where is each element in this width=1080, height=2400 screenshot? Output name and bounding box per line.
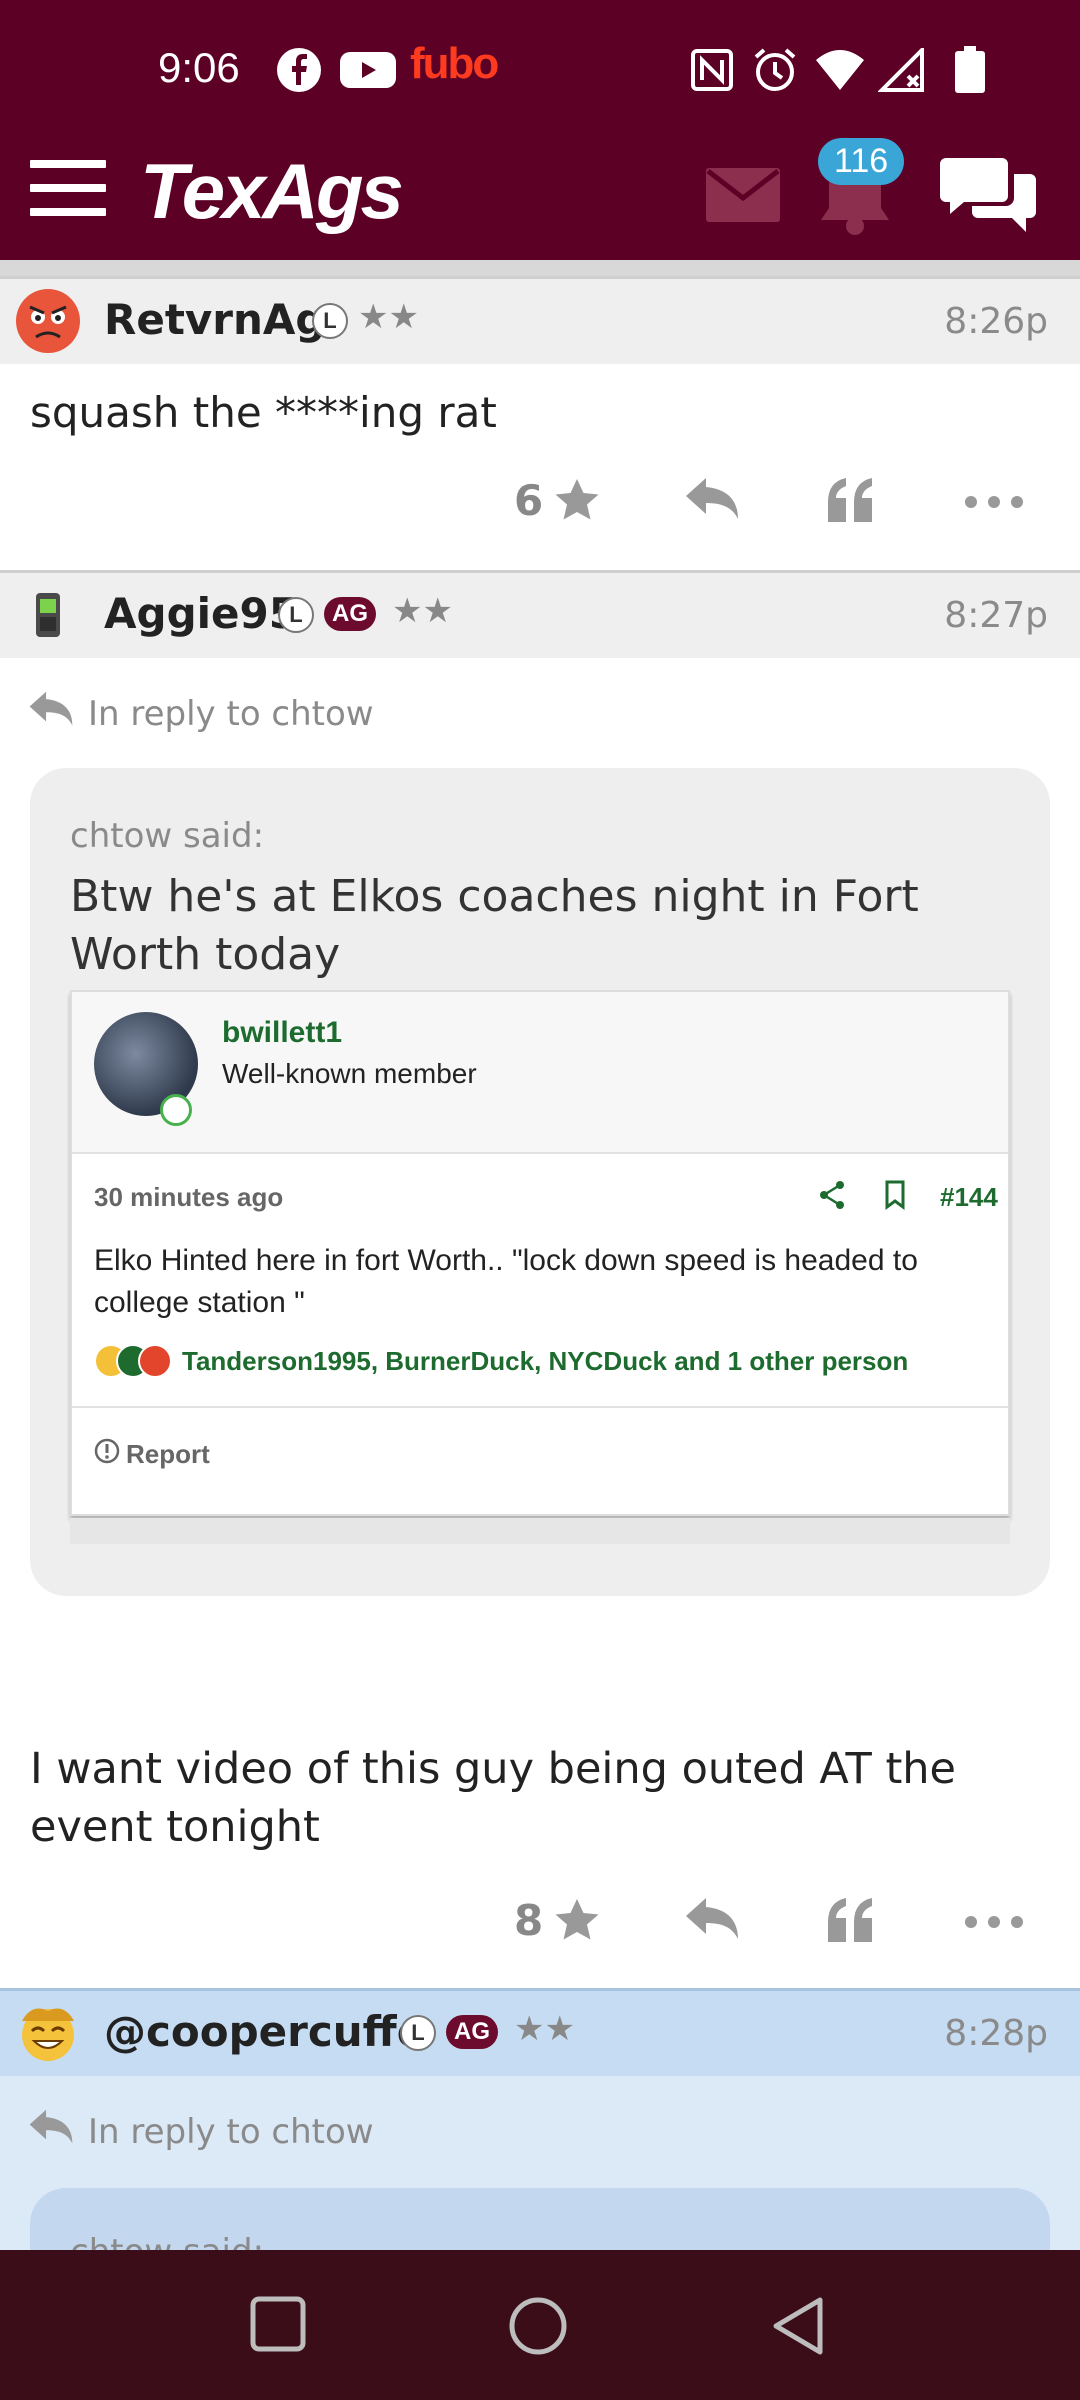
wifi-icon <box>814 46 866 94</box>
report-link[interactable]: Report <box>94 1438 210 1471</box>
chat-icon[interactable] <box>938 152 1038 240</box>
alarm-icon <box>752 46 798 94</box>
status-time: 9:06 <box>158 44 240 91</box>
angry-reaction-icon <box>138 1344 172 1378</box>
post-time: 8:27p <box>944 595 1048 636</box>
embed-timestamp: 30 minutes ago <box>94 1182 284 1212</box>
avatar[interactable] <box>16 583 80 647</box>
rank-stars: ★★ <box>392 591 453 631</box>
reply-to-text: In reply to chtow <box>88 693 374 734</box>
avatar[interactable] <box>16 289 80 353</box>
fubo-icon: fubo <box>410 39 499 88</box>
reaction-names[interactable]: Tanderson1995, BurnerDuck, NYCDuck and 1… <box>182 1346 908 1377</box>
texags-logo[interactable]: TexAgs <box>140 146 404 237</box>
facebook-icon <box>276 46 322 94</box>
post-actions: 8 <box>0 1890 1080 1960</box>
online-status-icon <box>160 1094 192 1126</box>
embed-author-role: Well-known member <box>222 1058 477 1089</box>
reply-icon <box>28 690 74 737</box>
avatar[interactable] <box>16 2001 80 2065</box>
ag-badge: AG <box>446 2015 498 2049</box>
quote-icon[interactable] <box>826 1896 876 1946</box>
home-button[interactable] <box>508 2296 568 2360</box>
embed-author[interactable]: bwillett1 <box>222 1016 342 1050</box>
embed-body: Elko Hinted here in fort Worth.. "lock d… <box>94 1244 918 1319</box>
embedded-post[interactable]: bwillett1 Well-known member 30 minutes a… <box>70 990 1010 1516</box>
reply-to-link[interactable]: In reply to chtow <box>28 690 374 737</box>
embed-footer <box>70 1518 1010 1544</box>
post-number-link[interactable]: #144 <box>940 1182 998 1213</box>
star-count: 6 <box>514 476 544 525</box>
level-badge: L <box>400 2015 436 2051</box>
embed-author-bar: bwillett1 Well-known member <box>72 992 1008 1154</box>
status-bar: 9:06 fubo <box>0 0 1080 140</box>
star-icon[interactable] <box>552 476 602 530</box>
post-time: 8:26p <box>944 301 1048 342</box>
username[interactable]: @coopercuffe <box>104 2007 425 2056</box>
reply-to-text: In reply to chtow <box>88 2111 374 2152</box>
reply-icon[interactable] <box>684 1896 740 1946</box>
report-label: Report <box>126 1439 210 1469</box>
post-header: RetvrnAg L ★★ 8:26p <box>0 276 1080 364</box>
level-badge: L <box>312 303 348 339</box>
post-header: @coopercuffe L AG ★★ 8:28p <box>0 1988 1080 2076</box>
battery-icon <box>954 46 986 94</box>
more-icon[interactable] <box>964 494 1024 513</box>
notification-badge: 116 <box>818 138 905 185</box>
reactions-row[interactable]: Tanderson1995, BurnerDuck, NYCDuck and 1… <box>94 1344 908 1378</box>
reply-to-link[interactable]: In reply to chtow <box>28 2108 374 2155</box>
reply-icon[interactable] <box>684 476 740 526</box>
back-button[interactable] <box>770 2296 826 2360</box>
system-nav-bar <box>0 2250 1080 2400</box>
bookmark-icon[interactable] <box>884 1180 906 1214</box>
post-header: Aggie95 L AG ★★ 8:27p <box>0 570 1080 658</box>
quote-icon[interactable] <box>826 476 876 526</box>
quote-block: chtow said: Btw he's at Elkos coaches ni… <box>30 768 1050 1596</box>
more-icon[interactable] <box>964 1914 1024 1933</box>
post-body: squash the ****ing rat <box>30 388 497 437</box>
alert-icon <box>94 1438 120 1471</box>
star-icon[interactable] <box>552 1896 602 1950</box>
mail-icon[interactable] <box>706 168 780 226</box>
youtube-icon <box>340 46 396 94</box>
post-body: I want video of this guy being outed AT … <box>30 1744 957 1852</box>
level-badge: L <box>278 597 314 633</box>
signal-icon <box>878 46 926 94</box>
recents-button[interactable] <box>250 2296 306 2356</box>
post-actions: 6 <box>0 470 1080 540</box>
username[interactable]: RetvrnAg <box>104 295 325 344</box>
reply-icon <box>28 2108 74 2155</box>
post-time: 8:28p <box>944 2013 1048 2054</box>
share-icon[interactable] <box>818 1180 846 1214</box>
app-header: TexAgs 116 <box>0 138 1080 260</box>
quote-attribution: chtow said: <box>70 816 265 856</box>
rank-stars: ★★ <box>514 2009 575 2049</box>
username[interactable]: Aggie95 <box>104 589 298 638</box>
rank-stars: ★★ <box>358 297 419 337</box>
star-count: 8 <box>514 1896 544 1945</box>
nfc-icon <box>690 46 734 94</box>
ag-badge: AG <box>324 597 376 631</box>
divider <box>72 1406 1008 1408</box>
quote-text: Btw he's at Elkos coaches night in Fort … <box>70 871 919 980</box>
menu-icon[interactable] <box>30 160 106 220</box>
